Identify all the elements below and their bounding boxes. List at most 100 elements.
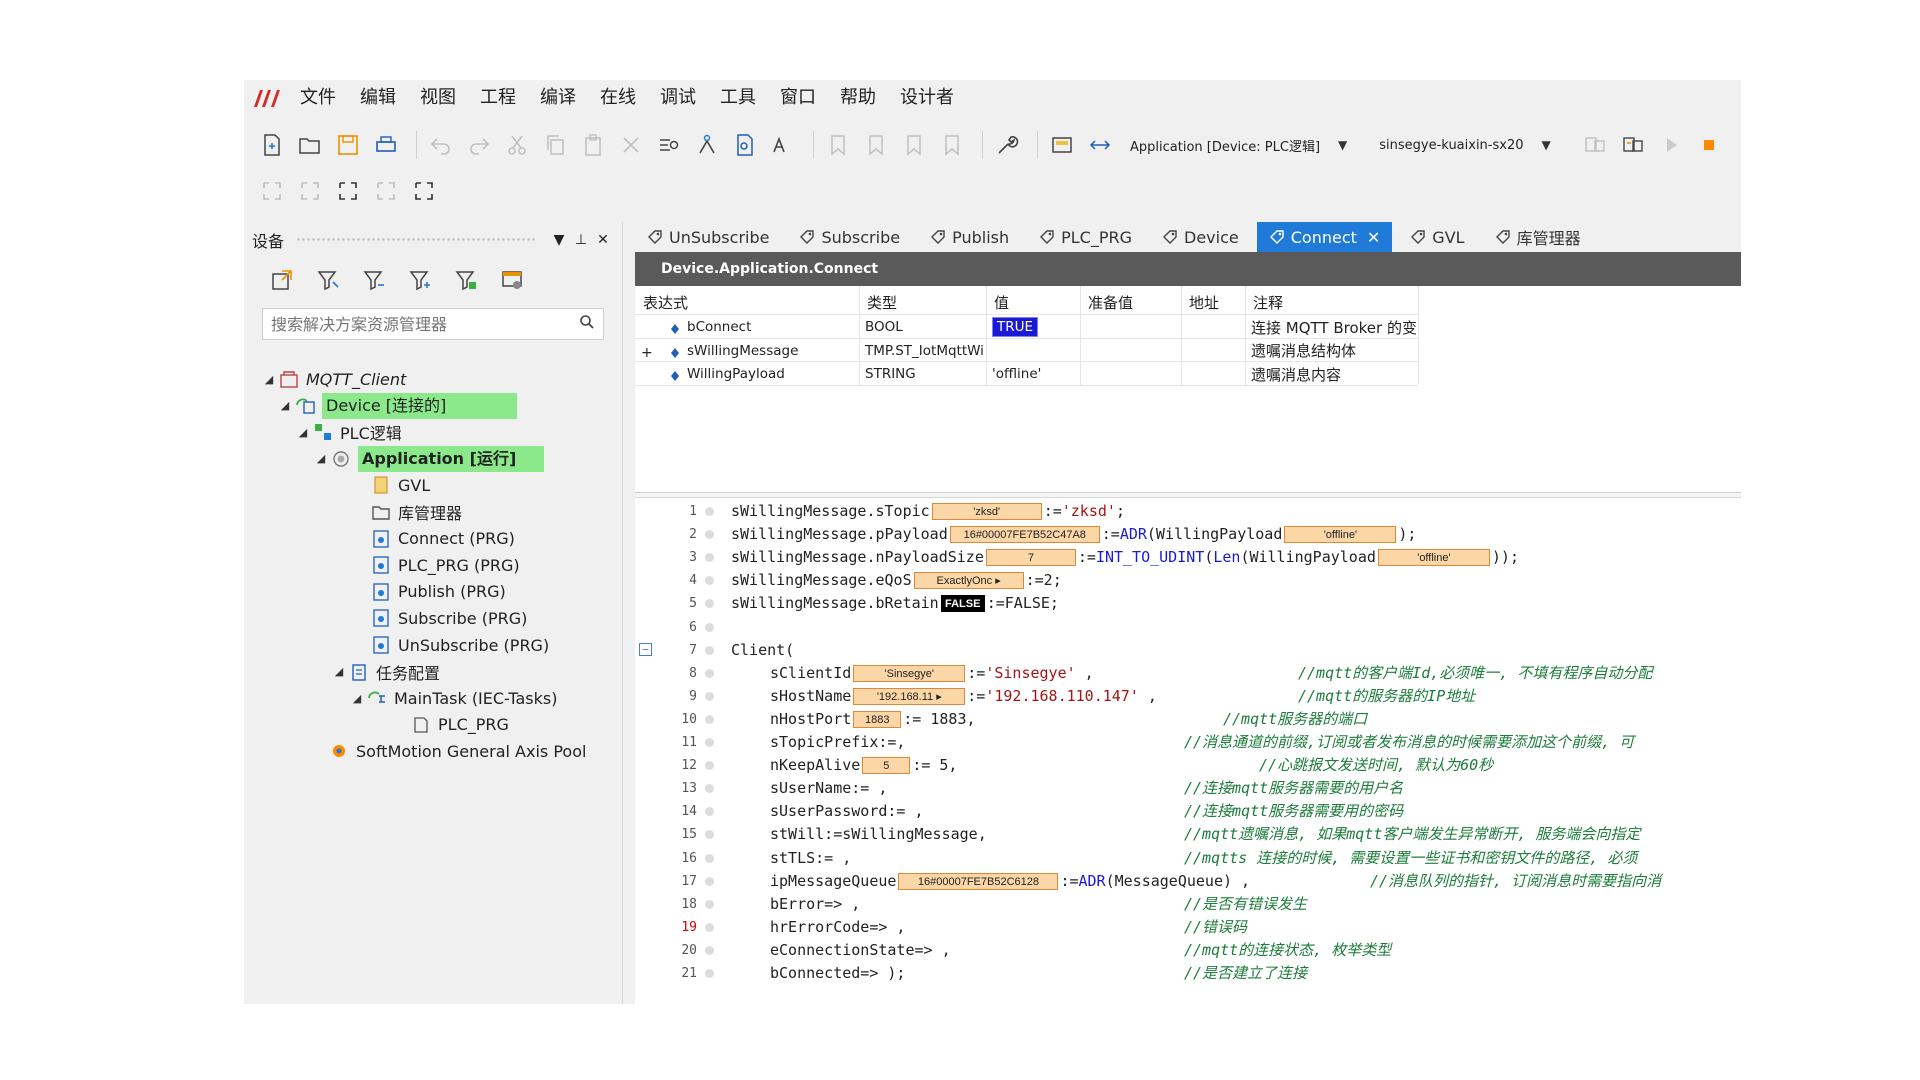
inline-value-box[interactable]: FALSE (940, 595, 985, 613)
code-line[interactable]: 6 (635, 616, 1741, 639)
breakpoint-marker-icon[interactable] (705, 530, 714, 540)
bookmark-prev-icon[interactable] (860, 129, 892, 161)
code-line[interactable]: 2 sWillingMessage.pPayload 16#00007FE7B52C… (635, 523, 1741, 546)
search-input[interactable] (271, 314, 579, 334)
code-line[interactable]: 16 stTLS:= , //mqtts 连接的时候, 需要设置一些证书和密钥文件的… (635, 847, 1741, 870)
menu-item[interactable]: 工程 (468, 80, 528, 116)
tab-7[interactable]: 库管理器 (1483, 222, 1593, 252)
code-line[interactable]: 1 sWillingMessage.sTopic'zksd':='zksd'; (635, 500, 1741, 523)
delete-icon[interactable] (615, 129, 647, 161)
search-icon[interactable] (579, 314, 595, 334)
breakpoint-marker-icon[interactable] (705, 576, 714, 586)
code-line[interactable]: 9 sHostName '192.168.11 ▸:='192.168.110.14… (635, 685, 1741, 708)
tree-item[interactable]: ◢ 任务配置 (330, 657, 440, 687)
code-line[interactable]: 3 sWillingMessage.nPayloadSize 7:=INT_TO_U… (635, 546, 1741, 569)
frame-icon[interactable] (294, 175, 326, 207)
tab-2[interactable]: Publish (918, 222, 1021, 252)
breakpoint-marker-icon[interactable] (705, 622, 714, 632)
expand-toggle-icon[interactable]: ◢ (276, 399, 294, 412)
breakpoint-marker-icon[interactable] (705, 738, 714, 747)
settings-window-icon[interactable] (496, 264, 528, 296)
breakpoint-marker-icon[interactable] (705, 714, 714, 724)
menu-item[interactable]: 编译 (528, 80, 588, 116)
frame-icon[interactable] (332, 175, 364, 207)
breakpoint-marker-icon[interactable] (705, 553, 714, 563)
filter-icon[interactable] (450, 264, 482, 296)
inline-value-box[interactable]: 5 (862, 757, 911, 775)
inline-value-box[interactable]: 1883 (853, 710, 902, 728)
expand-toggle-icon[interactable]: ◢ (294, 426, 312, 439)
export-icon[interactable] (266, 264, 298, 296)
tab-1[interactable]: Subscribe (787, 222, 912, 252)
breakpoint-marker-icon[interactable] (705, 507, 714, 516)
code-line[interactable]: 15 stWill:=sWillingMessage, //mqtt遗嘱消息, 如果… (635, 823, 1741, 846)
undo-icon[interactable] (425, 129, 457, 161)
new-file-icon[interactable] (256, 129, 288, 161)
breakpoint-marker-icon[interactable] (705, 969, 714, 978)
bookmark-next-icon[interactable] (898, 129, 930, 161)
inline-value-box[interactable]: 'Sinsegye' (853, 664, 966, 682)
redo-icon[interactable] (463, 129, 495, 161)
copy-icon[interactable] (539, 129, 571, 161)
inline-value-box[interactable]: 'offline' (1377, 549, 1490, 567)
inline-value-box[interactable]: ExactlyOnc ▸ (913, 572, 1024, 590)
menu-item[interactable]: 帮助 (828, 80, 888, 116)
save-icon[interactable] (332, 129, 364, 161)
filter-icon[interactable] (358, 264, 390, 296)
paste-icon[interactable] (577, 129, 609, 161)
tree-item[interactable]: 库管理器 (352, 497, 462, 527)
tab-5[interactable]: Connect ✕ (1256, 222, 1393, 252)
filter-icon[interactable] (404, 264, 436, 296)
online-change-icon[interactable] (1617, 129, 1649, 161)
breakpoint-marker-icon[interactable] (705, 761, 714, 771)
code-line[interactable]: 8 sClientId 'Sinsegye':='Sinsegye' , //mqtt… (635, 662, 1741, 685)
code-line[interactable]: 5 sWillingMessage.bRetain FALSE:=FALSE; (635, 592, 1741, 615)
expand-toggle-icon[interactable]: ◢ (260, 373, 278, 386)
code-line[interactable]: 13 sUserName:= , //连接mqtt服务器需要的用户名 (635, 777, 1741, 800)
breakpoint-marker-icon[interactable] (705, 922, 714, 932)
tab-4[interactable]: Device (1150, 222, 1251, 252)
inline-value-box[interactable]: 16#00007FE7B52C6128 (898, 872, 1059, 890)
code-line[interactable]: 10 nHostPort 1883:= 1883, //mqtt服务器的端口 (635, 708, 1741, 731)
print-icon[interactable] (370, 129, 402, 161)
chevron-down-icon[interactable]: ▼ (1542, 138, 1551, 152)
bookmark-tool-icon[interactable] (691, 129, 723, 161)
breakpoint-marker-icon[interactable] (705, 899, 714, 909)
find-replace-icon[interactable] (653, 129, 685, 161)
expand-toggle-icon[interactable]: ◢ (330, 665, 348, 678)
breakpoint-marker-icon[interactable] (705, 691, 714, 701)
menu-item[interactable]: 窗口 (768, 80, 828, 116)
tree-item[interactable]: ◢ MQTT_Client (260, 364, 407, 394)
run-icon[interactable] (1655, 129, 1687, 161)
fold-toggle-icon[interactable]: − (639, 642, 652, 656)
breakpoint-marker-icon[interactable] (705, 830, 714, 840)
expand-toggle-icon[interactable]: ◢ (348, 692, 366, 705)
connect-arrows-icon[interactable] (1084, 129, 1116, 161)
code-line[interactable]: 11 sTopicPrefix:=, //消息通道的前缀,订阅或者发布消息的时候需要… (635, 731, 1741, 754)
breakpoint-marker-icon[interactable] (705, 945, 714, 955)
menu-item[interactable]: 视图 (408, 80, 468, 116)
close-icon[interactable]: ✕ (592, 232, 614, 248)
bookmark-clear-icon[interactable] (936, 129, 968, 161)
tree-item[interactable]: ◢ MainTask (IEC-Tasks) (348, 683, 558, 713)
open-folder-icon[interactable] (294, 129, 326, 161)
inline-value-box[interactable]: '192.168.11 ▸ (853, 687, 966, 705)
close-tab-icon[interactable]: ✕ (1367, 228, 1380, 247)
inline-value-box[interactable]: 16#00007FE7B52C47A8 (949, 526, 1100, 544)
breakpoint-marker-icon[interactable] (705, 807, 714, 817)
tree-item[interactable]: ◢ Application [运行] (312, 444, 544, 474)
code-line[interactable]: 21 bConnected=> ); //是否建立了连接 (635, 962, 1741, 985)
chevron-down-icon[interactable]: ▼ (1338, 138, 1347, 152)
filter-icon[interactable] (312, 264, 344, 296)
code-line[interactable]: 4 sWillingMessage.eQoS ExactlyOnc ▸:=2; (635, 569, 1741, 592)
search-doc-icon[interactable] (729, 129, 761, 161)
tree-item[interactable]: PLC_PRG (PRG) (352, 550, 520, 580)
tab-6[interactable]: GVL (1398, 222, 1476, 252)
code-line[interactable]: 12 nKeepAlive 5:= 5, //心跳报文发送时间, 默认为60秒 (635, 754, 1741, 777)
cut-icon[interactable] (501, 129, 533, 161)
dropdown-icon[interactable]: ▼ (548, 232, 570, 248)
menu-item[interactable]: 工具 (708, 80, 768, 116)
frame-icon[interactable] (256, 175, 288, 207)
expand-toggle-icon[interactable]: ◢ (312, 452, 330, 465)
code-line[interactable]: 20 eConnectionState=> , //mqtt的连接状态, 枚举类型 (635, 939, 1741, 962)
